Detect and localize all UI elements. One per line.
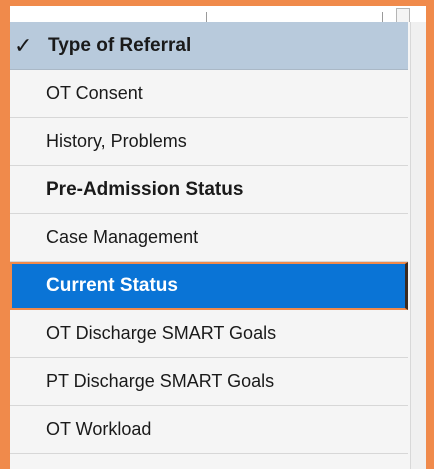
column-divider: [206, 12, 207, 22]
list-item-type-of-referral[interactable]: ✓ Type of Referral: [10, 22, 408, 70]
list-item-label: OT Discharge SMART Goals: [46, 323, 277, 343]
list-item-label: Case Management: [46, 227, 199, 247]
list-item-label: PT Discharge SMART Goals: [46, 371, 275, 391]
column-header-bar: [10, 6, 410, 22]
list-item-label: OT Workload: [46, 419, 152, 439]
list-item-ot-consent[interactable]: OT Consent: [10, 70, 408, 118]
list-item-ot-workload[interactable]: OT Workload: [10, 406, 408, 454]
section-list: ✓ Type of Referral OT Consent History, P…: [10, 22, 410, 469]
list-item-label: Pre-Admission Status: [46, 178, 244, 200]
list-item-current-status[interactable]: Current Status: [10, 262, 408, 310]
list-item-history-problems[interactable]: History, Problems: [10, 118, 408, 166]
list-item-pt-discharge-smart-goals[interactable]: PT Discharge SMART Goals: [10, 358, 408, 406]
vertical-scrollbar[interactable]: [410, 22, 426, 469]
list-item-label: Current Status: [46, 275, 178, 296]
list-item-label: OT Consent: [46, 83, 143, 103]
list-item-label: Type of Referral: [48, 34, 192, 56]
checkmark-icon: ✓: [14, 33, 33, 58]
list-item-label: History, Problems: [46, 131, 187, 151]
scroll-up-button[interactable]: [396, 8, 410, 22]
list-item-case-management[interactable]: Case Management: [10, 214, 408, 262]
column-divider: [382, 12, 383, 22]
list-item-pre-admission-status[interactable]: Pre-Admission Status: [10, 166, 408, 214]
list-item-ot-discharge-smart-goals[interactable]: OT Discharge SMART Goals: [10, 310, 408, 358]
